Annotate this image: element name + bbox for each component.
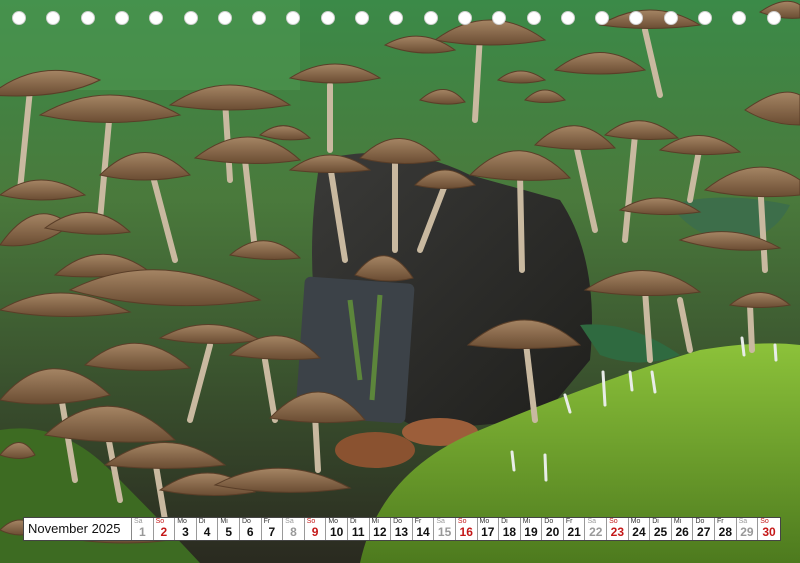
binding-hole: [492, 11, 507, 25]
day-cell: Mo 24: [629, 518, 651, 540]
binding-hole: [286, 11, 301, 25]
day-cell: Fr 28: [715, 518, 737, 540]
day-cell: Mi 12: [370, 518, 392, 540]
day-cell: Fr 7: [262, 518, 284, 540]
binding-hole: [149, 11, 164, 25]
day-cell: Mi 26: [672, 518, 694, 540]
binding-hole: [183, 11, 198, 25]
binding-hole: [629, 11, 644, 25]
day-cell: Fr 14: [413, 518, 435, 540]
day-cell: Do 27: [693, 518, 716, 540]
day-cell: Di 4: [197, 518, 219, 540]
day-cell: Mi 19: [521, 518, 543, 540]
day-strip: Sa 1 So 2 Mo 3 Di 4 Mi 5 Do 6 Fr 7 Sa 8 So 9 Mo 10 Di 11 Mi 12 D…: [132, 518, 780, 540]
calendar-page: November 2025 Sa 1 So 2 Mo 3 Di 4 Mi 5 Do 6 Fr 7 Sa 8 So…: [0, 0, 800, 563]
binding-hole: [526, 11, 541, 25]
binding-hole: [114, 11, 129, 25]
binding-hole: [766, 11, 781, 25]
day-number: 27: [697, 525, 711, 539]
binding-hole: [698, 11, 712, 25]
day-number: 28: [718, 525, 732, 539]
day-cell: So 23: [607, 518, 629, 540]
day-number: 22: [589, 525, 603, 539]
day-number: 1: [138, 525, 146, 539]
spiral-binding-holes: [12, 11, 792, 27]
day-cell: So 16: [456, 518, 478, 540]
binding-hole: [355, 11, 369, 25]
leaf: [335, 432, 415, 468]
calendar-bar: November 2025 Sa 1 So 2 Mo 3 Di 4 Mi 5 Do 6 Fr 7 Sa 8 So…: [23, 517, 781, 541]
day-number: 11: [351, 525, 365, 539]
binding-hole: [732, 11, 747, 25]
day-cell: Sa 29: [737, 518, 759, 540]
day-number: 9: [311, 525, 319, 539]
binding-hole: [46, 11, 61, 25]
day-cell: Di 18: [499, 518, 521, 540]
day-number: 6: [246, 525, 254, 539]
day-number: 26: [675, 525, 689, 539]
binding-hole: [80, 11, 95, 25]
binding-hole: [389, 11, 404, 25]
mushroom-photo: [0, 0, 800, 563]
day-number: 29: [740, 525, 754, 539]
day-cell: Do 20: [542, 518, 564, 540]
day-cell: Di 11: [348, 518, 370, 540]
binding-hole: [560, 11, 575, 25]
day-number: 4: [203, 525, 211, 539]
binding-hole: [423, 11, 438, 25]
day-number: 25: [653, 525, 668, 539]
day-cell: Sa 8: [283, 518, 305, 540]
day-number: 19: [524, 525, 538, 539]
day-cell: Mo 10: [326, 518, 348, 540]
day-number: 20: [545, 525, 560, 539]
day-cell: Sa 22: [585, 518, 608, 540]
day-number: 14: [416, 525, 430, 539]
day-number: 16: [459, 525, 473, 539]
binding-hole: [12, 11, 26, 25]
day-cell: Mo 17: [478, 518, 500, 540]
binding-hole: [663, 11, 678, 25]
day-number: 8: [290, 525, 297, 539]
day-number: 7: [268, 525, 276, 539]
day-cell: Fr 21: [564, 518, 586, 540]
day-number: 18: [502, 525, 517, 539]
binding-hole: [457, 11, 472, 25]
binding-hole: [217, 11, 232, 25]
day-number: 13: [394, 525, 409, 539]
day-number: 30: [762, 525, 776, 539]
day-number: 24: [632, 525, 646, 539]
day-number: 5: [225, 525, 233, 539]
day-cell: Do 13: [391, 518, 413, 540]
day-cell: Mo 3: [175, 518, 197, 540]
day-cell: Sa 15: [434, 518, 456, 540]
day-cell: Di 25: [650, 518, 672, 540]
day-number: 2: [160, 525, 168, 539]
day-cell: Mi 5: [218, 518, 240, 540]
day-number: 23: [610, 525, 625, 539]
month-label: November 2025: [24, 518, 132, 540]
day-cell: Do 6: [240, 518, 262, 540]
day-number: 17: [481, 525, 495, 539]
day-cell: So 2: [154, 518, 176, 540]
day-number: 15: [437, 525, 452, 539]
binding-hole: [595, 11, 610, 25]
day-cell: Sa 1: [132, 518, 154, 540]
day-number: 21: [567, 525, 581, 539]
day-number: 10: [329, 525, 344, 539]
day-number: 12: [373, 525, 387, 539]
binding-hole: [252, 11, 267, 25]
day-number: 3: [182, 525, 189, 539]
binding-hole: [320, 11, 335, 25]
day-cell: So 30: [758, 518, 780, 540]
day-cell: So 9: [305, 518, 327, 540]
